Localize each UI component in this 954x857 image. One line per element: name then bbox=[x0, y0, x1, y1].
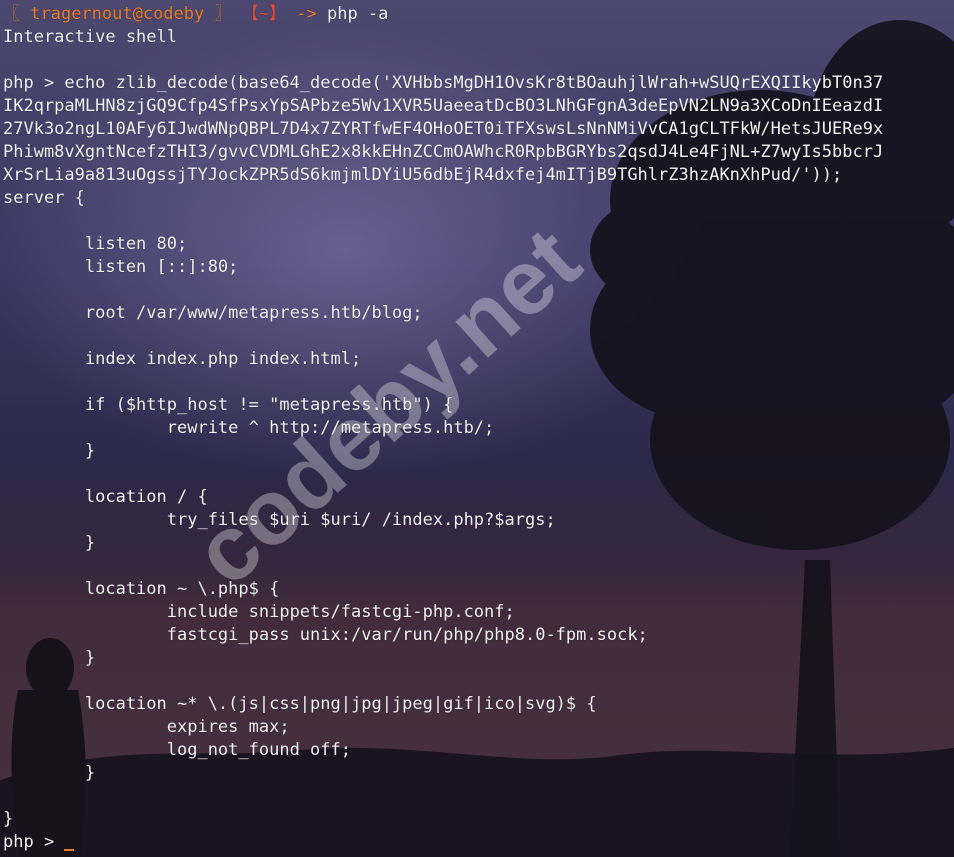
terminal-output-line: IK2qrpaMLHN8zjGQ9Cfp4SfPsxYpSAPbze5Wv1XV… bbox=[3, 96, 884, 116]
terminal-output-line: location / { bbox=[3, 487, 208, 507]
prompt-directory: 【~】 bbox=[241, 4, 286, 24]
prompt-arrow: -> bbox=[296, 4, 317, 24]
terminal-output-line: XrSrLia9a813uOgssjTYJockZPR5dS6kmjmlDYiU… bbox=[3, 165, 843, 185]
terminal-output-line: } bbox=[3, 763, 96, 783]
terminal-output-line: Interactive shell bbox=[3, 27, 177, 47]
terminal-output-line: Phiwm8vXgntNcefzTHI3/gvvCVDMLGhE2x8kkEHn… bbox=[3, 142, 884, 162]
terminal-output-line: root /var/www/metapress.htb/blog; bbox=[3, 303, 423, 323]
terminal-output-line: 27Vk3o2ngL10AFy6IJwdWNpQBPL7D4x7ZYRTfwEF… bbox=[3, 119, 884, 139]
prompt-user-host: tragernout@codeby bbox=[30, 4, 205, 24]
terminal-output-line: } bbox=[3, 648, 96, 668]
terminal-output-line: } bbox=[3, 809, 14, 829]
terminal-output-line: include snippets/fastcgi-php.conf; bbox=[3, 602, 515, 622]
php-prompt: php > bbox=[3, 832, 65, 852]
prompt-bracket-close: 〗 bbox=[214, 4, 232, 24]
terminal-output: Interactive shell php > echo zlib_decode(… bbox=[3, 26, 951, 831]
terminal-output-line: fastcgi_pass unix:/var/run/php/php8.0-fp… bbox=[3, 625, 648, 645]
shell-prompt-line: 〖 tragernout@codeby 〗 【~】 -> php -a bbox=[3, 3, 951, 26]
terminal-window[interactable]: 〖 tragernout@codeby 〗 【~】 -> php -a Inte… bbox=[3, 3, 951, 854]
terminal-output-line: } bbox=[3, 441, 96, 461]
terminal-output-line: try_files $uri $uri/ /index.php?$args; bbox=[3, 510, 556, 530]
prompt-command: php -a bbox=[326, 4, 389, 24]
php-input-line[interactable]: php > bbox=[3, 831, 951, 854]
terminal-output-line: index index.php index.html; bbox=[3, 349, 362, 369]
terminal-output-line: php > echo zlib_decode(base64_decode('XV… bbox=[3, 73, 884, 93]
terminal-output-line: if ($http_host != "metapress.htb") { bbox=[3, 395, 454, 415]
terminal-output-line: listen 80; bbox=[3, 234, 188, 254]
terminal-output-line: } bbox=[3, 533, 96, 553]
prompt-bracket-open: 〖 bbox=[3, 4, 20, 24]
terminal-output-line: listen [::]:80; bbox=[3, 257, 239, 277]
terminal-output-line: location ~ \.php$ { bbox=[3, 579, 280, 599]
terminal-output-line: location ~* \.(js|css|png|jpg|jpeg|gif|i… bbox=[3, 694, 597, 714]
terminal-output-line: server { bbox=[3, 188, 85, 208]
terminal-output-line: rewrite ^ http://metapress.htb/; bbox=[3, 418, 495, 438]
terminal-output-line: expires max; bbox=[3, 717, 290, 737]
terminal-output-line: log_not_found off; bbox=[3, 740, 351, 760]
text-cursor bbox=[64, 849, 75, 851]
